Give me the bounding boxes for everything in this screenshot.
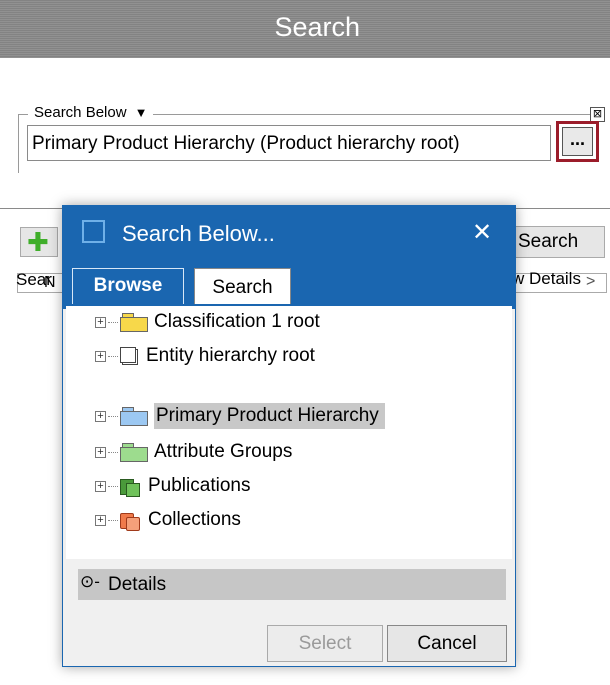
- search-button[interactable]: Search: [512, 226, 605, 258]
- folder-icon: [120, 406, 148, 426]
- browse-button[interactable]: ...: [562, 127, 593, 156]
- publications-icon: [120, 477, 142, 497]
- close-icon[interactable]: ⊠: [590, 107, 605, 122]
- tree-item-attribute-groups[interactable]: + Attribute Groups: [95, 439, 292, 465]
- tree-item-publications[interactable]: + Publications: [95, 473, 250, 499]
- tree-item-label: Attribute Groups: [154, 441, 293, 462]
- window-icon: [82, 220, 105, 243]
- search-below-label: Search Below: [34, 104, 127, 121]
- tree-item-classification[interactable]: + Classification 1 root: [95, 309, 320, 335]
- folder-icon: [120, 442, 148, 462]
- expand-icon[interactable]: +: [95, 514, 106, 526]
- details-label: Details: [108, 574, 167, 595]
- search-below-path-field[interactable]: Primary Product Hierarchy (Product hiera…: [27, 125, 551, 161]
- expand-icon[interactable]: +: [95, 480, 106, 492]
- expand-icon[interactable]: +: [95, 410, 106, 422]
- tab-search[interactable]: Search: [194, 268, 291, 304]
- expand-icon[interactable]: +: [95, 446, 106, 458]
- tree-item-label: Collections: [148, 509, 241, 530]
- details-toggle-icon[interactable]: ⊙-: [80, 572, 100, 592]
- view-details-fragment[interactable]: w Details: [512, 269, 581, 289]
- select-button[interactable]: Select: [267, 625, 383, 662]
- triangle-down-icon[interactable]: ▼: [135, 105, 148, 120]
- dialog-close-icon[interactable]: ✕: [472, 218, 492, 247]
- tree-item-collections[interactable]: + Collections: [95, 507, 241, 533]
- tab-browse[interactable]: Browse: [72, 268, 184, 304]
- entity-icon: [120, 346, 140, 366]
- tree-item-label: Classification 1 root: [154, 311, 320, 332]
- search-below-label-group[interactable]: Search Below ▼: [28, 104, 154, 121]
- expand-icon[interactable]: +: [95, 316, 106, 328]
- plus-icon: ✚: [27, 227, 49, 257]
- page-title: Search: [274, 12, 360, 42]
- tree-item-primary-product-hierarchy[interactable]: + Primary Product Hierarchy: [95, 403, 385, 429]
- name-column-fragment: N: [44, 274, 56, 291]
- folder-icon: [120, 312, 148, 332]
- collections-icon: [120, 511, 142, 531]
- tree-item-label: Entity hierarchy root: [146, 345, 315, 366]
- tree-item-entity[interactable]: + Entity hierarchy root: [95, 343, 315, 369]
- chevron-right-icon[interactable]: >: [586, 273, 595, 291]
- dialog-title: Search Below...: [122, 221, 275, 246]
- tree-item-label: Primary Product Hierarchy: [154, 403, 385, 429]
- expand-icon[interactable]: +: [95, 350, 106, 362]
- cancel-button[interactable]: Cancel: [387, 625, 507, 662]
- tree-item-label: Publications: [148, 475, 251, 496]
